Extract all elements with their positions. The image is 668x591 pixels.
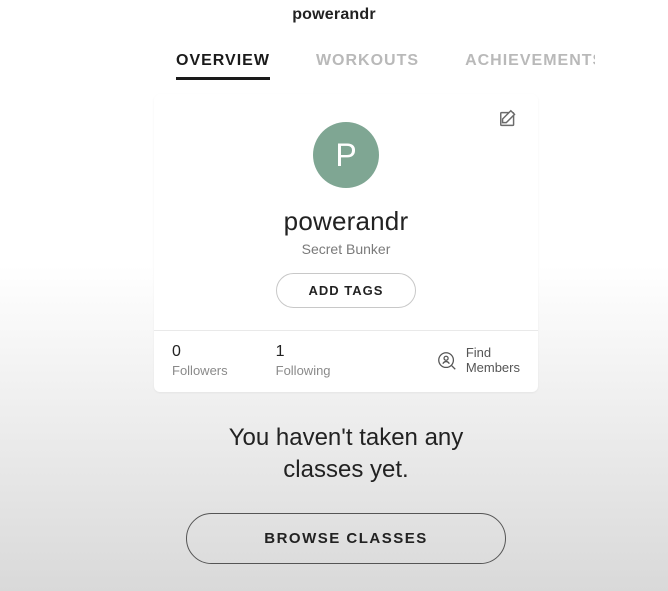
add-tags-label: ADD TAGS: [309, 283, 384, 298]
avatar: P: [313, 122, 379, 188]
stats-row: 0 Followers 1 Following: [154, 330, 538, 392]
find-members-button[interactable]: Find Members: [436, 346, 520, 376]
tab-overview[interactable]: OVERVIEW: [176, 52, 270, 80]
tab-overview-label: OVERVIEW: [176, 52, 270, 69]
tab-achievements[interactable]: ACHIEVEMENTS: [465, 52, 595, 80]
browse-classes-label: BROWSE CLASSES: [264, 530, 428, 547]
followers-count: 0: [172, 343, 228, 361]
find-members-label: Find Members: [466, 346, 520, 376]
empty-state-message: You haven't taken any classes yet.: [154, 422, 538, 487]
avatar-initial: P: [335, 137, 356, 174]
tab-workouts[interactable]: WORKOUTS: [316, 52, 419, 80]
tab-workouts-label: WORKOUTS: [316, 52, 419, 69]
following-label: Following: [276, 363, 331, 378]
followers-label: Followers: [172, 363, 228, 378]
tab-bar: OVERVIEW WORKOUTS ACHIEVEMENTS: [0, 52, 668, 80]
find-members-icon: [436, 350, 458, 372]
location: Secret Bunker: [302, 241, 391, 257]
followers-stat[interactable]: 0 Followers: [172, 343, 228, 378]
page-title: powerandr: [0, 0, 668, 24]
edit-icon[interactable]: [498, 108, 520, 130]
tab-achievements-label: ACHIEVEMENTS: [465, 52, 595, 69]
username: powerandr: [284, 206, 409, 237]
page-title-text: powerandr: [292, 6, 376, 23]
following-count: 1: [276, 343, 331, 361]
add-tags-button[interactable]: ADD TAGS: [276, 273, 417, 308]
following-stat[interactable]: 1 Following: [276, 343, 331, 378]
browse-classes-button[interactable]: BROWSE CLASSES: [186, 513, 506, 564]
profile-card: P powerandr Secret Bunker ADD TAGS 0 Fol…: [154, 94, 538, 392]
